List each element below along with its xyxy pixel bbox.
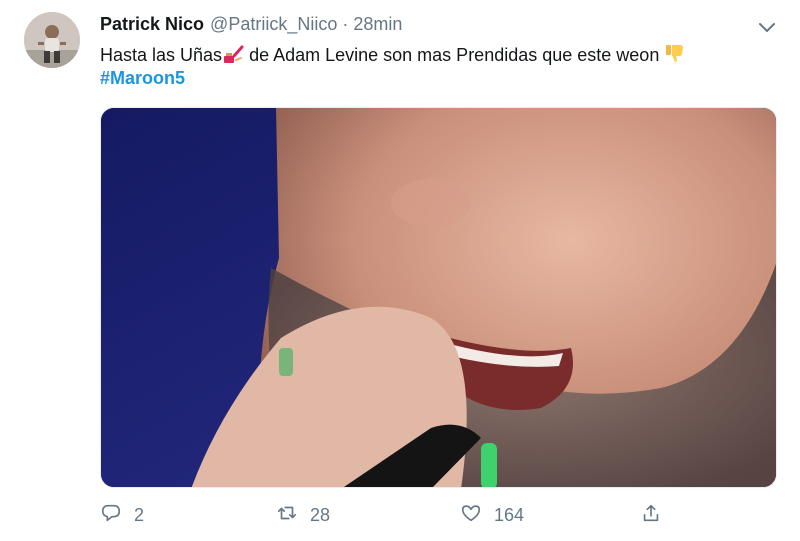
timestamp[interactable]: 28min: [353, 14, 402, 35]
tweet-header: Patrick Nico @Patriick_Niico · 28min: [100, 14, 760, 38]
thumbs-down-icon: [664, 42, 686, 71]
like-button[interactable]: 164: [460, 500, 524, 530]
avatar[interactable]: [24, 12, 80, 68]
retweet-button[interactable]: 28: [276, 500, 330, 530]
heart-icon: [460, 502, 482, 529]
tweet-actions: 2 28 164: [100, 500, 700, 530]
media-image[interactable]: [100, 107, 777, 488]
reply-count: 2: [134, 504, 145, 525]
share-icon: [640, 502, 662, 529]
display-name[interactable]: Patrick Nico: [100, 14, 204, 35]
retweet-icon: [276, 502, 298, 529]
reply-button[interactable]: 2: [100, 500, 144, 530]
user-handle[interactable]: @Patriick_Niico: [210, 14, 337, 35]
like-count: 164: [494, 504, 525, 525]
singer-closeup-photo: [101, 108, 776, 487]
retweet-count: 28: [310, 504, 331, 525]
reply-icon: [100, 502, 122, 529]
tweet-text-part-2: de Adam Levine son mas Prendidas que est…: [244, 45, 665, 65]
hashtag-link[interactable]: #Maroon5: [100, 68, 185, 89]
share-button[interactable]: [640, 500, 662, 530]
chevron-down-icon[interactable]: [756, 16, 778, 38]
tweet-text-part-1: Hasta las Uñas: [100, 45, 223, 65]
separator-dot: ·: [342, 14, 349, 34]
nail-polish-icon: [222, 44, 244, 71]
tweet-card[interactable]: Patrick Nico @Patriick_Niico · 28min Has…: [0, 0, 800, 541]
tweet-text: Hasta las Uñas de Adam Levine son mas Pr…: [100, 42, 790, 71]
